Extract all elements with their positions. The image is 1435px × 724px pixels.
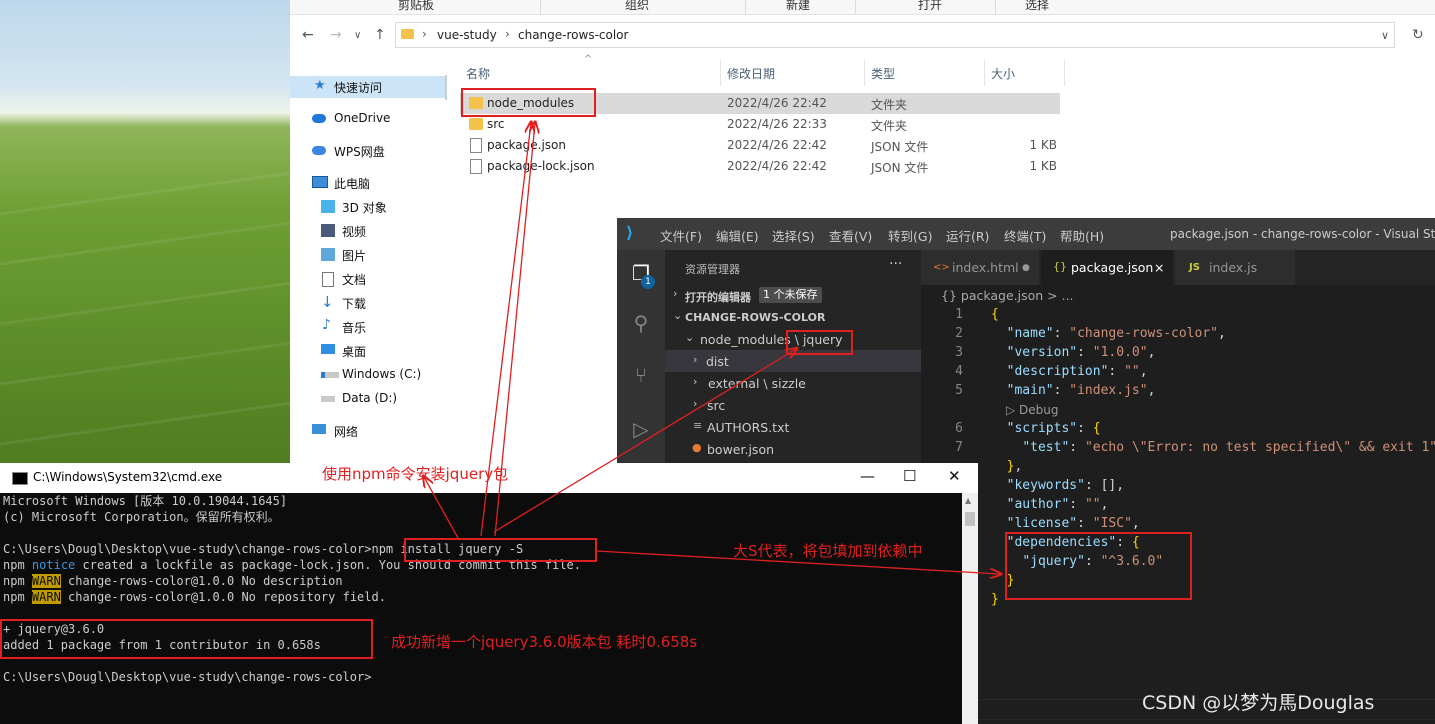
arrow-to-jquery-folder: [493, 349, 796, 533]
csdn-watermark: CSDN @以梦为馬Douglas: [1142, 692, 1375, 714]
arrow-to-node-modules-2: [494, 123, 535, 537]
arrow-to-install-note: [424, 477, 459, 539]
arrow-to-node-modules: [480, 123, 531, 537]
arrow-to-dependencies: [596, 550, 1000, 574]
annotation-arrows: [0, 0, 1435, 724]
